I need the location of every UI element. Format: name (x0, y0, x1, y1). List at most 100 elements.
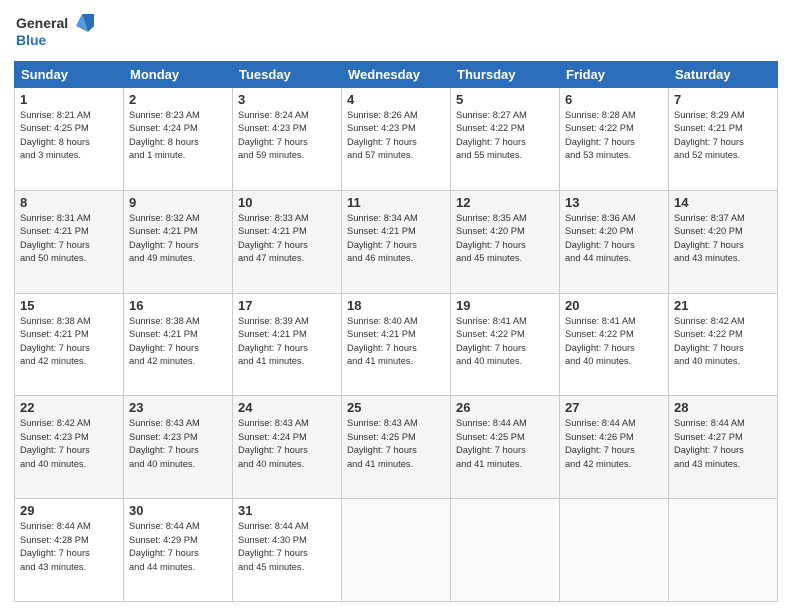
day-info: Sunrise: 8:41 AM Sunset: 4:22 PM Dayligh… (456, 315, 554, 369)
day-info: Sunrise: 8:44 AM Sunset: 4:29 PM Dayligh… (129, 520, 227, 574)
day-number: 5 (456, 92, 554, 107)
calendar-cell (451, 499, 560, 602)
day-number: 27 (565, 400, 663, 415)
header-cell-monday: Monday (124, 62, 233, 88)
day-info: Sunrise: 8:37 AM Sunset: 4:20 PM Dayligh… (674, 212, 772, 266)
calendar-cell: 1Sunrise: 8:21 AM Sunset: 4:25 PM Daylig… (15, 88, 124, 191)
day-number: 20 (565, 298, 663, 313)
day-info: Sunrise: 8:24 AM Sunset: 4:23 PM Dayligh… (238, 109, 336, 163)
day-info: Sunrise: 8:26 AM Sunset: 4:23 PM Dayligh… (347, 109, 445, 163)
calendar-cell: 24 Sunrise: 8:43 AM Sunset: 4:24 PM Dayli… (233, 396, 342, 499)
day-number: 26 (456, 400, 554, 415)
day-number: 18 (347, 298, 445, 313)
calendar-cell: 10 Sunrise: 8:33 AM Sunset: 4:21 PM Dayli… (233, 190, 342, 293)
day-number: 11 (347, 195, 445, 210)
day-number: 25 (347, 400, 445, 415)
calendar-body: 1Sunrise: 8:21 AM Sunset: 4:25 PM Daylig… (15, 88, 778, 602)
day-number: 9 (129, 195, 227, 210)
header-cell-wednesday: Wednesday (342, 62, 451, 88)
day-info: Sunrise: 8:27 AM Sunset: 4:22 PM Dayligh… (456, 109, 554, 163)
day-number: 6 (565, 92, 663, 107)
day-info: Sunrise: 8:44 AM Sunset: 4:30 PM Dayligh… (238, 520, 336, 574)
calendar-cell: 23 Sunrise: 8:43 AM Sunset: 4:23 PM Dayli… (124, 396, 233, 499)
day-number: 1 (20, 92, 118, 107)
calendar-header-row: SundayMondayTuesdayWednesdayThursdayFrid… (15, 62, 778, 88)
header-cell-tuesday: Tuesday (233, 62, 342, 88)
day-number: 4 (347, 92, 445, 107)
calendar-cell: 5 Sunrise: 8:27 AM Sunset: 4:22 PM Daylig… (451, 88, 560, 191)
day-info: Sunrise: 8:23 AM Sunset: 4:24 PM Dayligh… (129, 109, 227, 163)
day-info: Sunrise: 8:36 AM Sunset: 4:20 PM Dayligh… (565, 212, 663, 266)
calendar-week-5: 29 Sunrise: 8:44 AM Sunset: 4:28 PM Dayli… (15, 499, 778, 602)
day-info: Sunrise: 8:39 AM Sunset: 4:21 PM Dayligh… (238, 315, 336, 369)
calendar-cell: 12Sunrise: 8:35 AM Sunset: 4:20 PM Dayli… (451, 190, 560, 293)
calendar-cell: 26 Sunrise: 8:44 AM Sunset: 4:25 PM Dayli… (451, 396, 560, 499)
calendar-week-4: 22Sunrise: 8:42 AM Sunset: 4:23 PM Dayli… (15, 396, 778, 499)
calendar-cell: 13 Sunrise: 8:36 AM Sunset: 4:20 PM Dayli… (560, 190, 669, 293)
calendar-cell: 28 Sunrise: 8:44 AM Sunset: 4:27 PM Dayli… (669, 396, 778, 499)
day-number: 15 (20, 298, 118, 313)
calendar-cell: 27Sunrise: 8:44 AM Sunset: 4:26 PM Dayli… (560, 396, 669, 499)
day-number: 21 (674, 298, 772, 313)
day-info: Sunrise: 8:28 AM Sunset: 4:22 PM Dayligh… (565, 109, 663, 163)
calendar-cell: 2 Sunrise: 8:23 AM Sunset: 4:24 PM Daylig… (124, 88, 233, 191)
calendar-cell: 8Sunrise: 8:31 AM Sunset: 4:21 PM Daylig… (15, 190, 124, 293)
day-info: Sunrise: 8:35 AM Sunset: 4:20 PM Dayligh… (456, 212, 554, 266)
day-number: 16 (129, 298, 227, 313)
day-info: Sunrise: 8:42 AM Sunset: 4:22 PM Dayligh… (674, 315, 772, 369)
day-info: Sunrise: 8:40 AM Sunset: 4:21 PM Dayligh… (347, 315, 445, 369)
header-cell-friday: Friday (560, 62, 669, 88)
calendar-cell: 29 Sunrise: 8:44 AM Sunset: 4:28 PM Dayli… (15, 499, 124, 602)
calendar-cell (560, 499, 669, 602)
day-info: Sunrise: 8:44 AM Sunset: 4:25 PM Dayligh… (456, 417, 554, 471)
day-number: 28 (674, 400, 772, 415)
day-info: Sunrise: 8:34 AM Sunset: 4:21 PM Dayligh… (347, 212, 445, 266)
calendar-cell: 31Sunrise: 8:44 AM Sunset: 4:30 PM Dayli… (233, 499, 342, 602)
day-info: Sunrise: 8:44 AM Sunset: 4:27 PM Dayligh… (674, 417, 772, 471)
calendar-week-1: 1Sunrise: 8:21 AM Sunset: 4:25 PM Daylig… (15, 88, 778, 191)
calendar-cell: 22Sunrise: 8:42 AM Sunset: 4:23 PM Dayli… (15, 396, 124, 499)
calendar-cell: 3 Sunrise: 8:24 AM Sunset: 4:23 PM Daylig… (233, 88, 342, 191)
day-number: 30 (129, 503, 227, 518)
calendar-cell (342, 499, 451, 602)
day-info: Sunrise: 8:38 AM Sunset: 4:21 PM Dayligh… (129, 315, 227, 369)
day-number: 13 (565, 195, 663, 210)
svg-text:General: General (16, 15, 68, 31)
calendar-week-3: 15 Sunrise: 8:38 AM Sunset: 4:21 PM Dayli… (15, 293, 778, 396)
day-number: 14 (674, 195, 772, 210)
day-number: 22 (20, 400, 118, 415)
calendar-cell (669, 499, 778, 602)
svg-text:Blue: Blue (16, 32, 47, 48)
calendar-cell: 15 Sunrise: 8:38 AM Sunset: 4:21 PM Dayli… (15, 293, 124, 396)
calendar-cell: 9 Sunrise: 8:32 AM Sunset: 4:21 PM Daylig… (124, 190, 233, 293)
day-info: Sunrise: 8:29 AM Sunset: 4:21 PM Dayligh… (674, 109, 772, 163)
day-info: Sunrise: 8:43 AM Sunset: 4:24 PM Dayligh… (238, 417, 336, 471)
calendar-cell: 21 Sunrise: 8:42 AM Sunset: 4:22 PM Dayli… (669, 293, 778, 396)
header-cell-saturday: Saturday (669, 62, 778, 88)
calendar-table: SundayMondayTuesdayWednesdayThursdayFrid… (14, 61, 778, 602)
calendar-cell: 6 Sunrise: 8:28 AM Sunset: 4:22 PM Daylig… (560, 88, 669, 191)
day-number: 10 (238, 195, 336, 210)
day-number: 24 (238, 400, 336, 415)
day-info: Sunrise: 8:43 AM Sunset: 4:23 PM Dayligh… (129, 417, 227, 471)
day-info: Sunrise: 8:32 AM Sunset: 4:21 PM Dayligh… (129, 212, 227, 266)
calendar-cell: 4 Sunrise: 8:26 AM Sunset: 4:23 PM Daylig… (342, 88, 451, 191)
day-number: 23 (129, 400, 227, 415)
day-number: 3 (238, 92, 336, 107)
calendar-cell: 7Sunrise: 8:29 AM Sunset: 4:21 PM Daylig… (669, 88, 778, 191)
day-info: Sunrise: 8:38 AM Sunset: 4:21 PM Dayligh… (20, 315, 118, 369)
day-info: Sunrise: 8:43 AM Sunset: 4:25 PM Dayligh… (347, 417, 445, 471)
calendar-cell: 14 Sunrise: 8:37 AM Sunset: 4:20 PM Dayli… (669, 190, 778, 293)
day-info: Sunrise: 8:44 AM Sunset: 4:28 PM Dayligh… (20, 520, 118, 574)
day-number: 2 (129, 92, 227, 107)
calendar-cell: 20Sunrise: 8:41 AM Sunset: 4:22 PM Dayli… (560, 293, 669, 396)
day-info: Sunrise: 8:33 AM Sunset: 4:21 PM Dayligh… (238, 212, 336, 266)
day-info: Sunrise: 8:31 AM Sunset: 4:21 PM Dayligh… (20, 212, 118, 266)
calendar-cell: 16 Sunrise: 8:38 AM Sunset: 4:21 PM Dayli… (124, 293, 233, 396)
logo-svg: General Blue (14, 10, 94, 55)
day-number: 29 (20, 503, 118, 518)
calendar-cell: 17 Sunrise: 8:39 AM Sunset: 4:21 PM Dayli… (233, 293, 342, 396)
day-number: 17 (238, 298, 336, 313)
header-cell-thursday: Thursday (451, 62, 560, 88)
header-cell-sunday: Sunday (15, 62, 124, 88)
